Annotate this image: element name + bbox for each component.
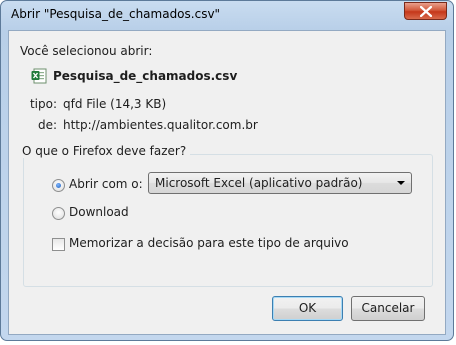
open-with-label[interactable]: Abrir com o: [69,177,143,191]
cancel-button[interactable]: Cancelar [351,296,425,321]
selected-file-label: Você selecionou abrir: [20,44,153,58]
application-select-value: Microsoft Excel (aplicativo padrão) [155,176,363,190]
action-group-legend: O que o Firefox deve fazer? [18,144,191,158]
window-title: Abrir "Pesquisa_de_chamados.csv" [11,7,221,21]
close-button[interactable] [404,2,447,20]
title-bar[interactable]: Abrir "Pesquisa_de_chamados.csv" [1,1,453,31]
from-label: de: [37,118,57,132]
dialog-body: Você selecionou abrir: Pesquisa_de_chama… [8,30,446,335]
excel-csv-file-icon [31,68,47,84]
ok-button[interactable]: OK [272,296,343,321]
file-name: Pesquisa_de_chamados.csv [53,69,238,83]
application-select[interactable]: Microsoft Excel (aplicativo padrão) [148,172,412,194]
download-radio[interactable] [52,207,65,220]
open-with-radio[interactable] [52,179,65,192]
download-label[interactable]: Download [69,205,129,219]
chevron-down-icon [397,181,405,185]
type-value: qfd File (14,3 KB) [63,97,167,111]
from-value: http://ambientes.qualitor.com.br [63,118,258,132]
remember-decision-label[interactable]: Memorizar a decisão para este tipo de ar… [69,236,349,250]
close-icon [420,6,432,17]
type-label: tipo: [29,97,57,111]
remember-decision-checkbox[interactable] [52,238,65,251]
dialog-window: Abrir "Pesquisa_de_chamados.csv" Você se… [0,0,454,341]
